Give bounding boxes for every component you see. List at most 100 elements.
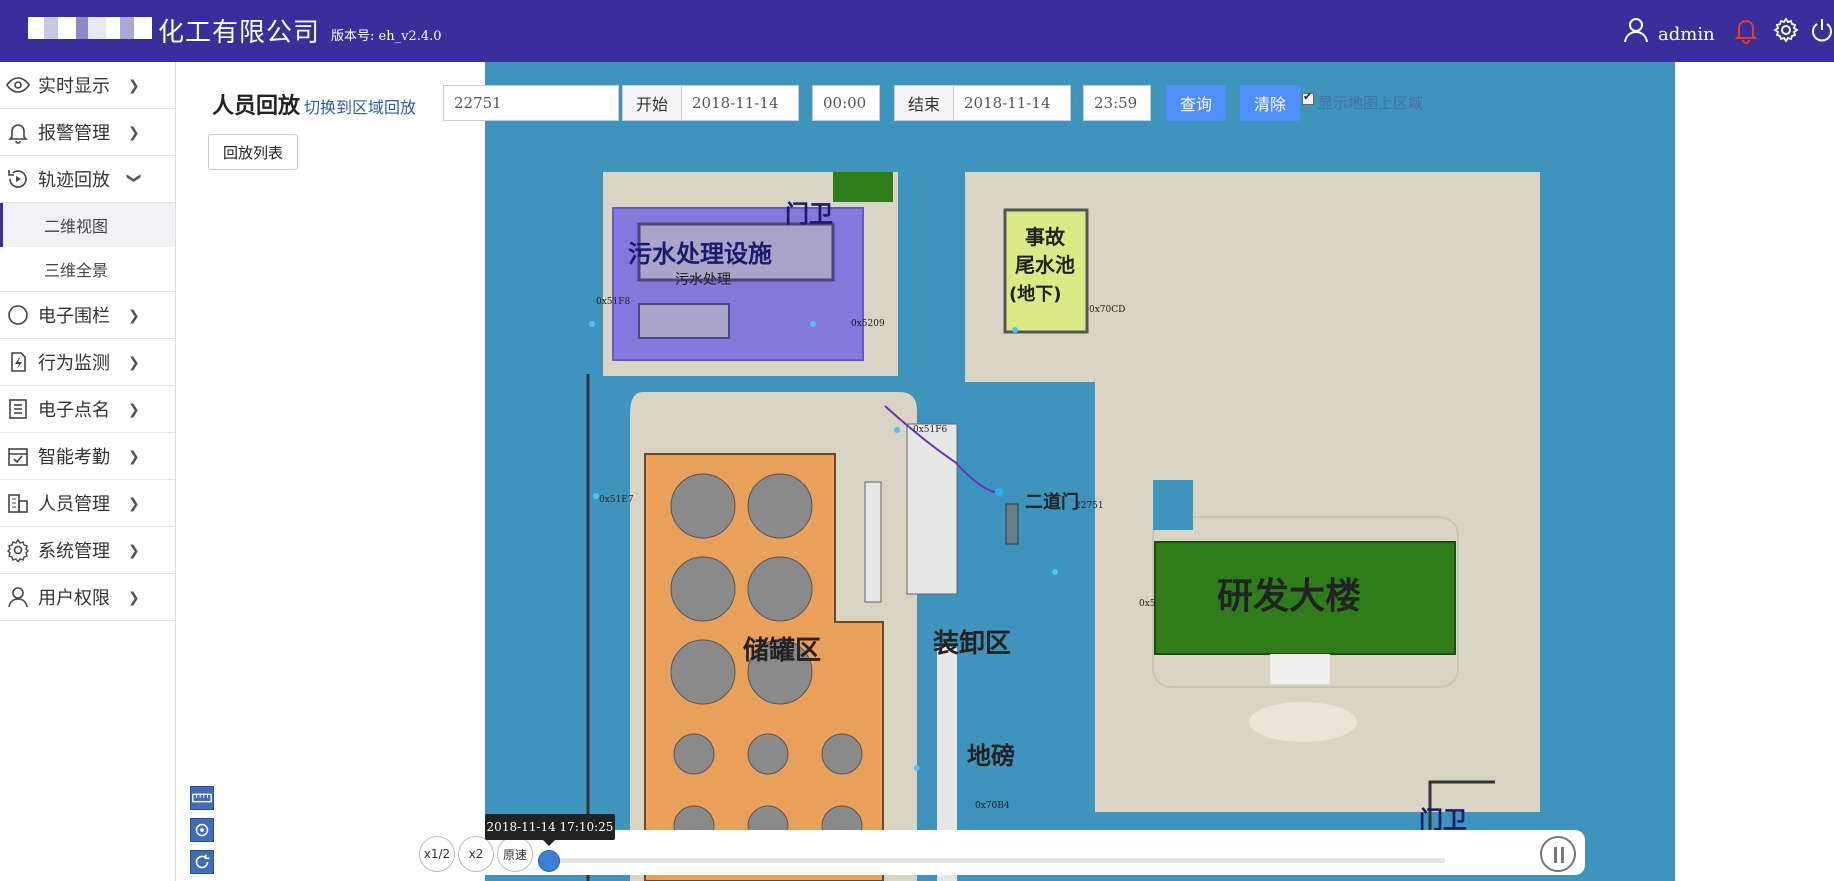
sidebar-item-label: 用户权限 — [38, 588, 110, 609]
end-date-input[interactable]: 2018-11-14 — [953, 85, 1071, 121]
second-gate-label: 二道门 — [1025, 491, 1079, 513]
playback-icon — [8, 170, 27, 188]
timeline-track[interactable] — [545, 858, 1445, 863]
circle-icon — [8, 305, 28, 325]
sidebar-item-label: 电子点名 — [38, 400, 110, 421]
second-gate-bar — [1005, 503, 1019, 545]
rnd-entrance — [1270, 654, 1330, 684]
username[interactable]: admin — [1658, 24, 1715, 45]
sewage-sub-box — [638, 303, 730, 339]
speed-half-button[interactable]: x1/2 — [419, 836, 455, 872]
version-label: 版本号: eh_v2.4.0 — [331, 29, 442, 44]
anchor-label: 0x51E7 — [599, 495, 634, 505]
query-button[interactable]: 查询 — [1166, 85, 1226, 121]
chevron-down-icon: ❯ — [125, 172, 142, 184]
map-gate-green — [833, 172, 893, 202]
chevron-right-icon: ❯ — [128, 496, 140, 512]
locate-icon[interactable] — [190, 818, 214, 842]
behavior-icon — [11, 352, 26, 372]
gear-icon[interactable] — [1772, 16, 1800, 44]
sidebar-item-fence[interactable]: 电子围栏 ❯ — [0, 292, 175, 339]
user-icon — [8, 587, 28, 608]
pause-button[interactable] — [1540, 836, 1576, 872]
sewage-label: 污水处理设施 — [628, 240, 772, 268]
sidebar-subitem-2d-view[interactable]: 二维视图 — [0, 203, 175, 247]
bell-icon — [8, 124, 28, 144]
source-watermark: 电子发烧友 www.elecfans.com — [1690, 836, 1802, 864]
current-time-tooltip: 2018-11-14 17:10:25 — [485, 814, 615, 846]
sidebar-item-alarm[interactable]: 报警管理 ❯ — [0, 109, 175, 156]
accident-pool-line1: 事故 — [1025, 225, 1066, 249]
end-time-input[interactable]: 23:59 — [1083, 85, 1151, 121]
clear-button[interactable]: 清除 — [1240, 85, 1300, 121]
chevron-right-icon: ❯ — [128, 308, 140, 324]
sidebar-item-attendance[interactable]: 智能考勤 ❯ — [0, 433, 175, 480]
sidebar-item-label: 报警管理 — [38, 123, 110, 144]
anchor-label: 0x5209 — [851, 319, 885, 329]
sidebar-item-label: 轨迹回放 — [38, 170, 110, 191]
sidebar-item-rollcall[interactable]: 电子点名 ❯ — [0, 386, 175, 433]
chevron-right-icon: ❯ — [128, 125, 140, 141]
loading-label: 装卸区 — [933, 628, 1011, 659]
sidebar-item-label: 人员管理 — [38, 494, 110, 515]
chevron-right-icon: ❯ — [128, 78, 140, 94]
show-area-checkbox[interactable] — [1302, 90, 1314, 105]
time-separator: : — [1074, 94, 1080, 113]
sidebar: 实时显示 ❯ 报警管理 ❯ 轨迹回放 ❯ 二维视图 三维全景 电子围栏 ❯ 行为… — [0, 62, 176, 881]
person-marker-label: 22751 — [1075, 501, 1104, 511]
sidebar-subitem-3d-view[interactable]: 三维全景 — [0, 247, 175, 291]
chevron-right-icon: ❯ — [128, 590, 140, 606]
calendar-icon — [8, 448, 28, 466]
sidebar-submenu-playback: 二维视图 三维全景 — [0, 203, 175, 292]
sidebar-item-permissions[interactable]: 用户权限 ❯ — [0, 574, 175, 621]
eye-icon — [6, 77, 30, 93]
start-date-input[interactable]: 2018-11-14 — [681, 85, 799, 121]
switch-to-area-playback-link[interactable]: 切换到区域回放 — [304, 94, 416, 118]
refresh-icon[interactable] — [190, 850, 214, 874]
top-bar: 化工有限公司 版本号: eh_v2.4.0 admin — [0, 0, 1834, 62]
start-time-input[interactable]: 00:00 — [812, 85, 880, 121]
loading-strip-1 — [864, 481, 882, 603]
chevron-right-icon: ❯ — [128, 543, 140, 559]
sidebar-item-playback[interactable]: 轨迹回放 ❯ — [0, 156, 175, 203]
bell-icon[interactable] — [1732, 16, 1760, 44]
ruler-icon[interactable] — [190, 786, 214, 810]
anchor-label: 0x70CD — [1089, 305, 1125, 315]
chevron-right-icon: ❯ — [128, 449, 140, 465]
person-id-input[interactable]: 22751 — [443, 85, 619, 121]
speed-double-button[interactable]: x2 — [458, 836, 494, 872]
watermark-line1: 电子发烧友 — [1690, 836, 1751, 850]
gear-icon — [7, 538, 29, 562]
start-label: 开始 — [622, 85, 682, 121]
sidebar-item-label: 系统管理 — [38, 541, 110, 562]
sidebar-item-realtime[interactable]: 实时显示 ❯ — [0, 62, 175, 109]
anchor-label: 0x51F6 — [913, 425, 947, 435]
sidebar-item-personnel[interactable]: 人员管理 ❯ — [0, 480, 175, 527]
gate1-label: 门卫 — [785, 200, 833, 228]
scale-label: 地磅 — [967, 742, 1015, 770]
anchor-label: 0x5 — [1139, 599, 1156, 609]
site-map[interactable]: 污水处理设施 污水处理 门卫 事故 尾水池 (地下) 储罐区 装卸区 二道门 研… — [485, 62, 1675, 881]
storage-label: 储罐区 — [743, 635, 821, 666]
sidebar-item-system[interactable]: 系统管理 ❯ — [0, 527, 175, 574]
site-map-drawing: 污水处理设施 污水处理 门卫 事故 尾水池 (地下) 储罐区 装卸区 二道门 研… — [586, 172, 1540, 881]
user-icon[interactable] — [1622, 16, 1650, 44]
sidebar-item-label: 电子围栏 — [38, 306, 110, 327]
sidebar-item-behavior[interactable]: 行为监测 ❯ — [0, 339, 175, 386]
playback-list-button[interactable]: 回放列表 — [208, 134, 298, 170]
show-area-label: 显示地图上区域 — [1318, 94, 1424, 112]
speed-normal-button[interactable]: 原速 — [497, 836, 533, 872]
sewage-area-label: 污水处理 — [675, 272, 731, 288]
map-water-notch — [1153, 480, 1193, 530]
chevron-right-icon: ❯ — [128, 402, 140, 418]
power-icon[interactable] — [1810, 16, 1834, 44]
accident-pool-line3: (地下) — [1009, 283, 1061, 305]
building-icon — [8, 494, 28, 513]
sidebar-item-label: 行为监测 — [38, 353, 110, 374]
anchor-label: 0x51F8 — [596, 297, 630, 307]
timeline-knob[interactable] — [538, 850, 560, 872]
sidebar-item-label: 智能考勤 — [38, 447, 110, 468]
chevron-right-icon: ❯ — [128, 355, 140, 371]
page-title: 人员回放 — [212, 94, 301, 119]
person-marker[interactable] — [995, 488, 1003, 496]
